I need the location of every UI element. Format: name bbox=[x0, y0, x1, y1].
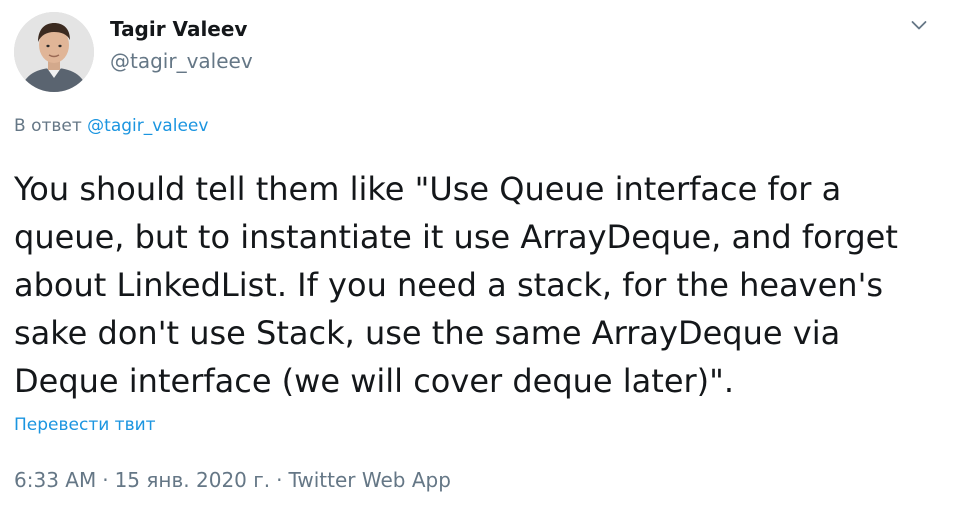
meta-separator: · bbox=[276, 468, 283, 492]
tweet-metadata: 6:33 AM · 15 янв. 2020 г. · Twitter Web App bbox=[14, 467, 451, 493]
tweet-source-app[interactable]: Twitter Web App bbox=[288, 468, 450, 492]
tweet-text-line: about LinkedList. If you need a stack, f… bbox=[14, 266, 884, 304]
tweet-text-line: sake don't use Stack, use the same Array… bbox=[14, 314, 841, 352]
meta-separator: · bbox=[102, 468, 109, 492]
avatar-image bbox=[14, 12, 94, 92]
tweet-text-line: queue, but to instantiate it use ArrayDe… bbox=[14, 218, 898, 256]
tweet-text-line: You should tell them like "Use Queue int… bbox=[14, 170, 842, 208]
tweet-date[interactable]: 15 янв. 2020 г. bbox=[115, 468, 271, 492]
chevron-down-icon bbox=[911, 21, 927, 30]
tweet-menu-button[interactable] bbox=[906, 12, 932, 38]
reply-mention-link[interactable]: @tagir_valeev bbox=[87, 116, 208, 136]
tweet-text-line: Deque interface (we will cover deque lat… bbox=[14, 362, 735, 400]
author-display-name[interactable]: Tagir Valeev bbox=[110, 17, 247, 41]
avatar[interactable] bbox=[14, 12, 94, 92]
tweet-time[interactable]: 6:33 AM bbox=[14, 468, 96, 492]
tweet-text: You should tell them like "Use Queue int… bbox=[14, 165, 944, 405]
translate-tweet-link[interactable]: Перевести твит bbox=[14, 414, 156, 436]
tweet: Tagir Valeev @tagir_valeev В ответ @tagi… bbox=[0, 0, 957, 506]
reply-context: В ответ @tagir_valeev bbox=[14, 115, 208, 137]
reply-prefix: В ответ bbox=[14, 116, 88, 136]
author-handle[interactable]: @tagir_valeev bbox=[110, 49, 253, 73]
